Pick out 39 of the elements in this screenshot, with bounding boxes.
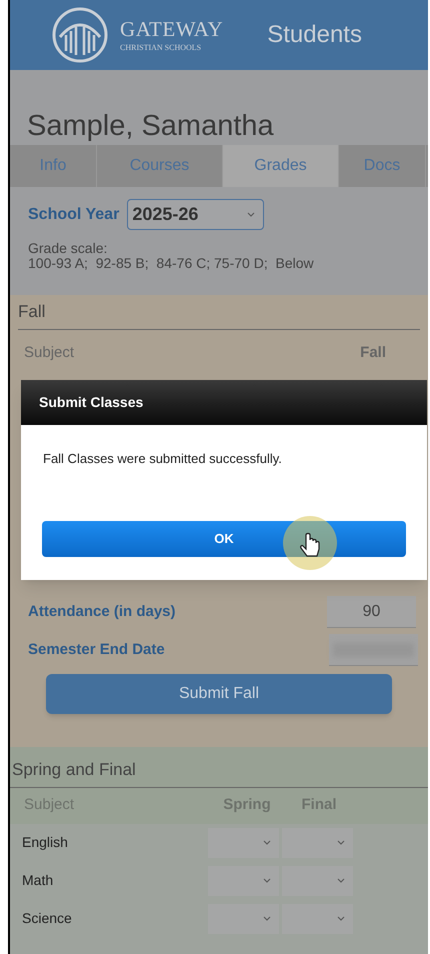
chevron-down-icon [263, 840, 271, 844]
chevron-down-icon [337, 916, 345, 920]
chevron-down-icon [337, 878, 345, 882]
logo-name: GATEWAY [120, 18, 224, 40]
dialog-message: Fall Classes were submitted successfully. [42, 450, 283, 468]
fall-title: Fall [18, 295, 420, 330]
attendance-field[interactable]: 90 [327, 596, 416, 628]
attendance-label: Attendance (in days) [28, 602, 176, 622]
grade-select[interactable] [282, 866, 353, 896]
grade-select[interactable] [282, 828, 353, 858]
grade-scale-title: Grade scale: [28, 241, 108, 256]
subject-cell-text: Math [22, 871, 54, 890]
end-date-label: Semester End Date [28, 640, 165, 660]
subject-cell-text: Science [22, 909, 73, 928]
cursor-hand-icon [282, 515, 338, 571]
school-year-select[interactable]: 2025-26 [127, 199, 264, 230]
school-year-label: School Year [28, 204, 120, 224]
page-title: Students [267, 20, 362, 50]
subject-cell-text: English [22, 833, 69, 852]
ok-button[interactable]: OK [42, 520, 406, 556]
logo-subtitle: CHRISTIAN SCHOOLS [120, 44, 202, 52]
grade-select[interactable] [208, 828, 279, 858]
submit-fall-button[interactable]: Submit Fall [46, 674, 392, 714]
grade-select[interactable] [208, 904, 279, 934]
tab[interactable]: Grades [223, 145, 339, 187]
column-header: Subject [24, 342, 74, 362]
chevron-down-icon [263, 916, 271, 920]
chevron-down-icon [263, 878, 271, 882]
spring-title: Spring and Final [10, 747, 428, 788]
student-name: Sample, Samantha [26, 109, 275, 144]
chevron-down-icon [247, 212, 256, 217]
column-header: Fall [360, 342, 386, 362]
grade-select[interactable] [208, 866, 279, 896]
dialog-title: Submit Classes [21, 380, 427, 425]
end-date-field[interactable] [329, 634, 418, 666]
chevron-down-icon [337, 840, 345, 844]
grade-select[interactable] [282, 904, 353, 934]
grade-scale-text: 100-93 A; 92-85 B; 84-76 C; 75-70 D; Below [28, 256, 315, 271]
logo-icon [52, 7, 108, 63]
